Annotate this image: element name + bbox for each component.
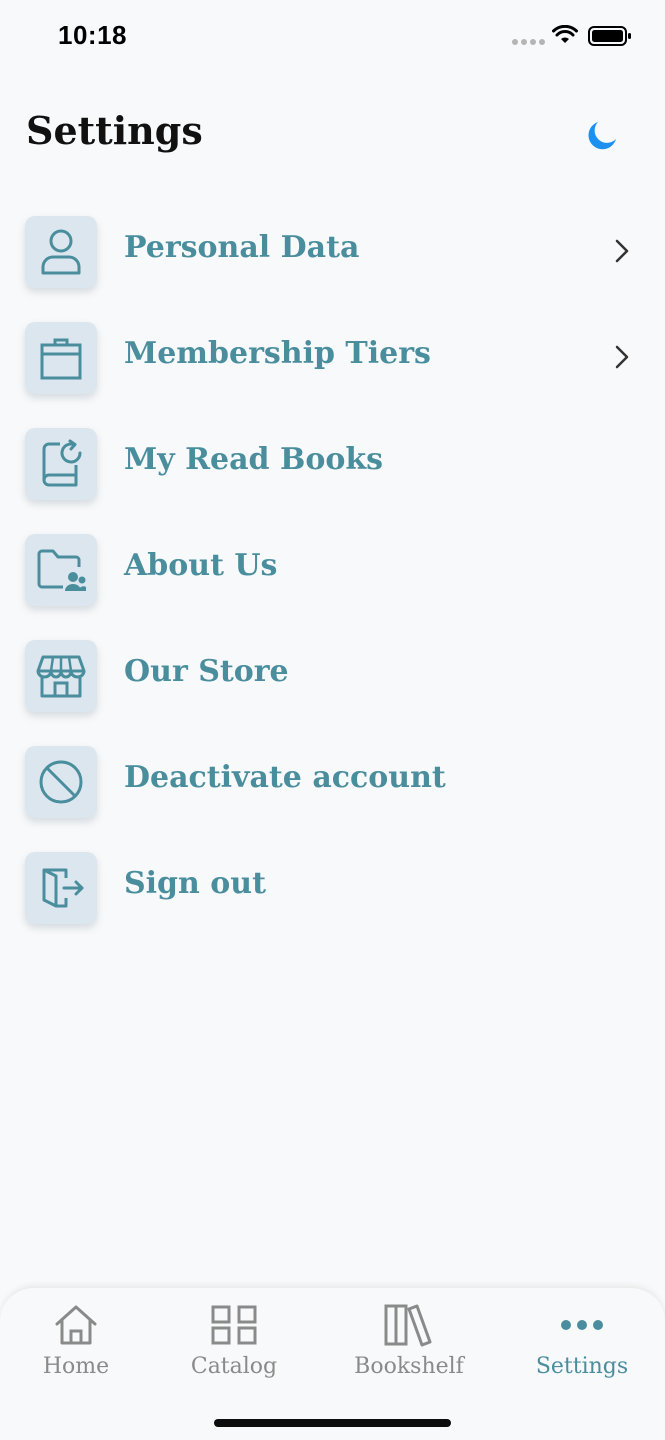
- menu-item-membership-tiers[interactable]: Membership Tiers: [0, 322, 665, 412]
- tab-label: Bookshelf: [354, 1354, 464, 1379]
- menu-item-about-us[interactable]: About Us: [0, 534, 665, 624]
- menu-icon-tile: [25, 746, 97, 818]
- tab-bookshelf[interactable]: Bookshelf: [350, 1288, 468, 1398]
- menu-icon-tile: [25, 852, 97, 924]
- box-icon: [40, 338, 82, 380]
- grid-icon: [211, 1305, 257, 1345]
- menu-item-label: Our Store: [124, 654, 289, 689]
- wifi-icon: [552, 25, 578, 43]
- menu-item-our-store[interactable]: Our Store: [0, 640, 665, 730]
- more-dots-icon: [561, 1320, 603, 1330]
- status-time: 10:18: [58, 20, 127, 50]
- menu-item-label: Membership Tiers: [124, 336, 431, 371]
- theme-toggle-button[interactable]: [583, 118, 619, 154]
- bookshelf-icon: [384, 1304, 432, 1347]
- menu-item-label: Personal Data: [124, 230, 360, 265]
- menu-icon-tile: [25, 428, 97, 500]
- store-icon: [36, 655, 86, 698]
- home-indicator: [214, 1419, 451, 1427]
- tab-label: Catalog: [190, 1354, 278, 1379]
- status-bar: 10:18: [0, 0, 665, 76]
- battery-icon: [588, 26, 631, 46]
- menu-item-label: My Read Books: [124, 442, 384, 477]
- chevron-right-icon: [615, 239, 629, 263]
- menu-item-label: About Us: [124, 548, 278, 583]
- tab-label: Home: [42, 1354, 110, 1379]
- tab-catalog[interactable]: Catalog: [180, 1288, 288, 1398]
- menu-item-deactivate-account[interactable]: Deactivate account: [0, 746, 665, 836]
- menu-item-personal-data[interactable]: Personal Data: [0, 216, 665, 306]
- menu-item-my-read-books[interactable]: My Read Books: [0, 428, 665, 518]
- sign-out-icon: [42, 868, 84, 908]
- menu-item-sign-out[interactable]: Sign out: [0, 852, 665, 942]
- tab-settings[interactable]: Settings: [532, 1288, 632, 1398]
- menu-icon-tile: [25, 216, 97, 288]
- signal-icon: [512, 39, 545, 45]
- menu-icon-tile: [25, 640, 97, 712]
- book-refresh-icon: [42, 439, 82, 487]
- chevron-right-icon: [615, 345, 629, 369]
- tab-home[interactable]: Home: [30, 1288, 122, 1398]
- menu-icon-tile: [25, 322, 97, 394]
- page-title: Settings: [26, 108, 203, 153]
- user-icon: [41, 229, 81, 275]
- tab-label: Settings: [535, 1354, 629, 1379]
- tab-bar: Home Catalog Bookshelf Settings: [0, 1287, 665, 1440]
- menu-item-label: Sign out: [124, 866, 266, 901]
- menu-item-label: Deactivate account: [124, 760, 446, 795]
- home-icon: [55, 1305, 97, 1345]
- settings-screen: 10:18 Settings Personal Data Membership …: [0, 0, 665, 1440]
- menu-icon-tile: [25, 534, 97, 606]
- block-icon: [39, 760, 83, 804]
- folder-users-icon: [37, 549, 86, 591]
- moon-icon: [588, 122, 616, 150]
